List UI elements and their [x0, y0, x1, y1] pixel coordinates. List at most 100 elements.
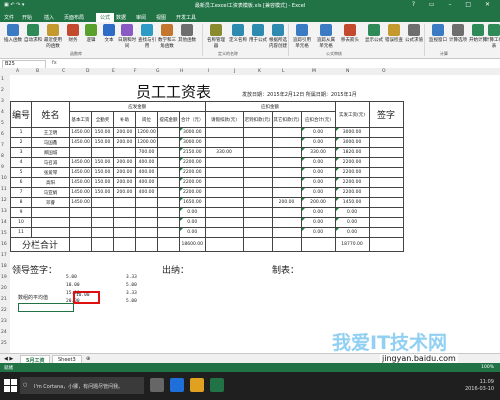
- column-header-H[interactable]: H: [180, 69, 183, 74]
- column-header-D[interactable]: D: [86, 69, 89, 74]
- row-header-17[interactable]: 17: [1, 253, 7, 258]
- ribbon-button-2[interactable]: 最近使用的函数: [42, 24, 64, 49]
- row-header-4[interactable]: 4: [1, 110, 4, 115]
- row-header-15[interactable]: 15: [1, 231, 7, 236]
- ribbon-button-7[interactable]: 查找与引用: [136, 24, 158, 49]
- column-header-E[interactable]: E: [112, 69, 115, 74]
- cell-value: 150.00: [91, 177, 115, 188]
- row-header-25[interactable]: 25: [1, 341, 7, 346]
- column-header-L[interactable]: L: [282, 69, 285, 74]
- ribbon-label-6: 日期和时间: [118, 38, 136, 49]
- ribbon-button-9[interactable]: 其他函数: [176, 24, 198, 43]
- ribbon-button-18[interactable]: 错误检查: [384, 24, 404, 43]
- excel-icon[interactable]: [210, 378, 224, 392]
- explorer-icon[interactable]: [190, 378, 204, 392]
- tab-7[interactable]: 视图: [156, 14, 166, 21]
- column-header-B[interactable]: B: [36, 69, 39, 74]
- task-view-icon[interactable]: [150, 378, 164, 392]
- tab-1[interactable]: 开始: [22, 14, 32, 21]
- cortana-search[interactable]: ○ I'm Cortana，小娜，有问题尽管问我。: [20, 377, 144, 394]
- row-header-20[interactable]: 20: [1, 286, 7, 291]
- row-header-9[interactable]: 9: [1, 165, 4, 170]
- column-header-K[interactable]: K: [258, 69, 261, 74]
- cell-value: [271, 187, 302, 198]
- row-header-3[interactable]: 3: [1, 99, 4, 104]
- ribbon-button-14[interactable]: 追踪引用单元格: [292, 24, 312, 49]
- row-header-6[interactable]: 6: [1, 132, 4, 137]
- column-header-O[interactable]: O: [382, 69, 386, 74]
- column-header-G[interactable]: G: [156, 69, 160, 74]
- column-header-F[interactable]: F: [134, 69, 137, 74]
- row-header-19[interactable]: 19: [1, 275, 7, 280]
- cell-value: 200.00: [300, 197, 336, 208]
- zoom-level[interactable]: 100%: [481, 365, 494, 370]
- windows-start-icon[interactable]: [4, 379, 17, 392]
- ribbon-button-15[interactable]: 追踪从属单元格: [316, 24, 336, 49]
- row-header-24[interactable]: 24: [1, 330, 7, 335]
- ribbon-button-17[interactable]: 显示公式: [364, 24, 384, 43]
- row-header-18[interactable]: 18: [1, 264, 7, 269]
- tab-8[interactable]: 开发工具: [176, 14, 196, 21]
- row-header-16[interactable]: 16: [1, 242, 7, 247]
- ribbon-button-0[interactable]: 插入函数: [2, 24, 24, 43]
- ribbon-button-20[interactable]: 监视窗口: [428, 24, 448, 43]
- cell-value: [113, 227, 137, 238]
- ribbon-button-12[interactable]: 用于公式: [248, 24, 268, 43]
- column-header-J[interactable]: J: [234, 69, 235, 74]
- row-header-22[interactable]: 22: [1, 308, 7, 313]
- ribbon-button-23[interactable]: 计算工作表: [484, 24, 500, 49]
- worksheet[interactable]: 员工工资表 发放日期：2015年2月12日 所属日期：2015年1月 编号 姓名应…: [9, 75, 500, 353]
- column-header-I[interactable]: I: [208, 69, 209, 74]
- row-header-12[interactable]: 12: [1, 198, 7, 203]
- row-header-5[interactable]: 5: [1, 121, 4, 126]
- ribbon-button-6[interactable]: 日期和时间: [116, 24, 138, 49]
- row-header-8[interactable]: 8: [1, 154, 4, 159]
- ribbon-button-16[interactable]: 移去箭头: [340, 24, 360, 43]
- row-header-11[interactable]: 11: [1, 187, 7, 192]
- row-header-23[interactable]: 23: [1, 319, 7, 324]
- total-empty: [69, 237, 93, 252]
- ribbon-icon-9: [181, 24, 193, 36]
- tab-5[interactable]: 数据: [116, 14, 126, 21]
- cell-sign: [368, 197, 404, 208]
- cell-value: 400.00: [135, 157, 159, 168]
- ribbon-label-10: 名称管理器: [207, 38, 225, 49]
- row-header-1[interactable]: 1: [1, 77, 4, 82]
- ribbon-button-11[interactable]: 定义名称: [228, 24, 248, 43]
- ribbon-button-1[interactable]: 自动求和: [22, 24, 44, 43]
- row-header-14[interactable]: 14: [1, 220, 7, 225]
- row-header-2[interactable]: 2: [1, 88, 4, 93]
- sheet-nav-icon[interactable]: ◀ ▶: [4, 356, 13, 362]
- cell-value: 2200.00: [179, 167, 206, 178]
- edge-icon[interactable]: [170, 378, 184, 392]
- column-header-M[interactable]: M: [312, 69, 316, 74]
- cell-value: 2200.00: [179, 187, 206, 198]
- row-header-10[interactable]: 10: [1, 176, 7, 181]
- row-header-21[interactable]: 21: [1, 297, 7, 302]
- total-actual: 18770.00: [334, 237, 370, 252]
- selected-cell[interactable]: [18, 303, 74, 312]
- ribbon-group-0: 函数库: [70, 51, 82, 56]
- add-sheet-icon[interactable]: ⊕: [86, 356, 90, 362]
- cell-value: [242, 207, 273, 218]
- cell-value: 2200.00: [334, 187, 370, 198]
- tab-6[interactable]: 审阅: [136, 14, 146, 21]
- clock[interactable]: 11:09 2016-03-10: [465, 379, 494, 393]
- fx-icon[interactable]: fx: [52, 60, 57, 66]
- column-header-C[interactable]: C: [62, 69, 65, 74]
- ribbon-button-19[interactable]: 公式求值: [404, 24, 424, 43]
- row-header-7[interactable]: 7: [1, 143, 4, 148]
- window-controls[interactable]: ? ▭ – □ ✕: [412, 1, 496, 8]
- ribbon-button-21[interactable]: 计算选项: [448, 24, 468, 43]
- ribbon-button-10[interactable]: 名称管理器: [206, 24, 226, 49]
- row-header-13[interactable]: 13: [1, 209, 7, 214]
- average-value-cell[interactable]: 10.00: [73, 291, 100, 304]
- tab-0[interactable]: 文件: [4, 14, 14, 21]
- column-header-N[interactable]: N: [346, 69, 349, 74]
- tab-2[interactable]: 插入: [44, 14, 54, 21]
- ribbon-button-8[interactable]: 数学和三角函数: [156, 24, 178, 49]
- tab-3[interactable]: 页面布局: [64, 14, 84, 21]
- ribbon-button-13[interactable]: 根据所选内容创建: [268, 24, 288, 49]
- tab-4[interactable]: 公式: [96, 13, 115, 22]
- column-header-A[interactable]: A: [16, 69, 19, 74]
